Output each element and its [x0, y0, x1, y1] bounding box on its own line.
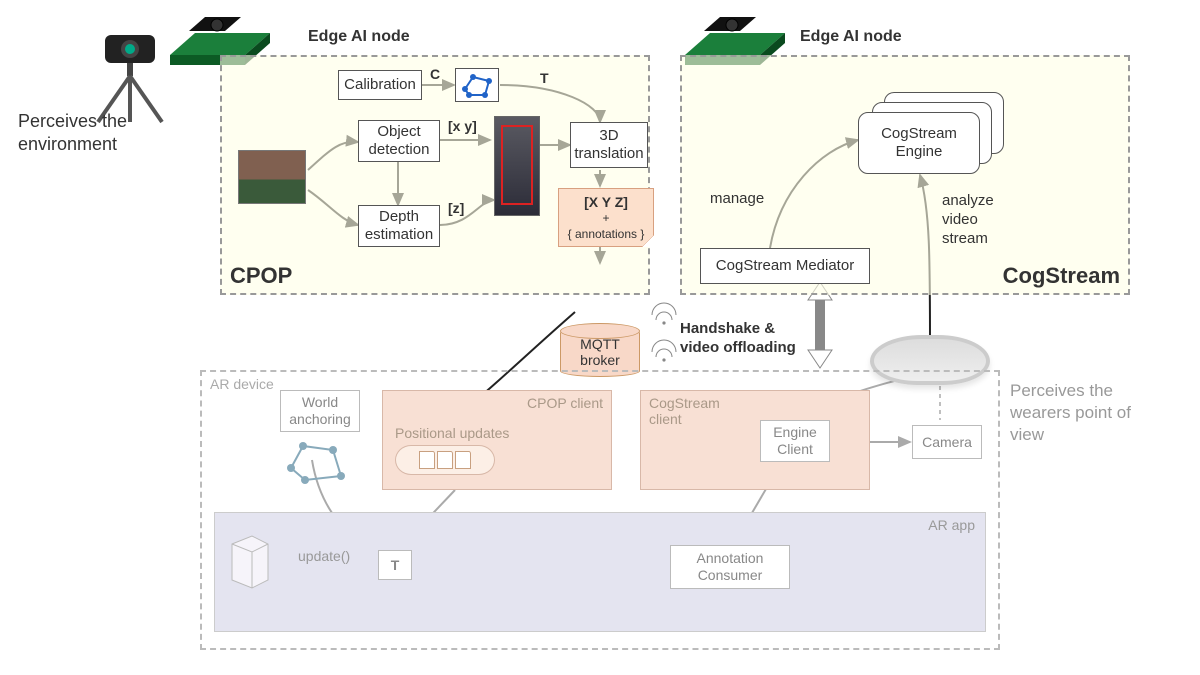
ar-device-label: AR device — [210, 376, 274, 392]
cpop-client-panel: CPOP client Positional updates — [382, 390, 612, 490]
edge-node-left-label: Edge AI node — [308, 28, 410, 46]
cogstream-title: CogStream — [1003, 263, 1120, 289]
calibration-box: Calibration — [338, 70, 422, 100]
perceives-environment-label: Perceives the environment — [18, 110, 127, 157]
output-annotations-label: + { annotations } — [565, 211, 647, 242]
edge-node-right-label: Edge AI node — [800, 28, 902, 46]
handshake-label: Handshake & video offloading — [680, 320, 796, 358]
output-vector-label: [X Y Z] — [565, 193, 647, 211]
cpop-client-label: CPOP client — [527, 395, 603, 411]
ar-app-label: AR app — [928, 517, 975, 533]
manage-label: manage — [710, 190, 764, 209]
cogstream-mediator-box: CogStream Mediator — [700, 248, 870, 284]
analyze-label: analyze video stream — [942, 192, 994, 248]
anchoring-polygon-icon — [285, 438, 355, 488]
cogstream-client-label: CogStream client — [649, 395, 720, 427]
3d-object-icon — [228, 530, 272, 593]
room-scene-image — [238, 150, 306, 204]
camera-box: Camera — [912, 425, 982, 459]
annotation-consumer-box: Annotation Consumer — [670, 545, 790, 589]
z-label: [z] — [448, 200, 464, 216]
calibration-polygon-icon — [455, 68, 499, 102]
3d-translation-box: 3D translation — [570, 122, 648, 168]
cogstream-engine-box: CogStream Engine — [858, 112, 980, 174]
positional-updates-label: Positional updates — [395, 425, 509, 441]
object-detection-box: Object detection — [358, 120, 440, 162]
calibration-c-label: C — [430, 66, 440, 82]
ar-app-panel: AR app — [214, 512, 986, 632]
cpop-title: CPOP — [230, 263, 292, 289]
positional-queue-icon — [395, 445, 495, 475]
update-call-label: update() — [298, 548, 350, 564]
xy-label: [x y] — [448, 118, 477, 134]
engine-client-box: Engine Client — [760, 420, 830, 462]
perceives-wearer-label: Perceives the wearers point of view — [1010, 380, 1131, 446]
world-anchoring-box: World anchoring — [280, 390, 360, 432]
output-note: [X Y Z] + { annotations } — [558, 188, 654, 247]
depth-estimation-box: Depth estimation — [358, 205, 440, 247]
cogstream-client-panel: CogStream client — [640, 390, 870, 490]
transform-t-label: T — [540, 70, 549, 86]
transform-t-box: T — [378, 550, 412, 580]
person-detection-image — [494, 116, 540, 216]
